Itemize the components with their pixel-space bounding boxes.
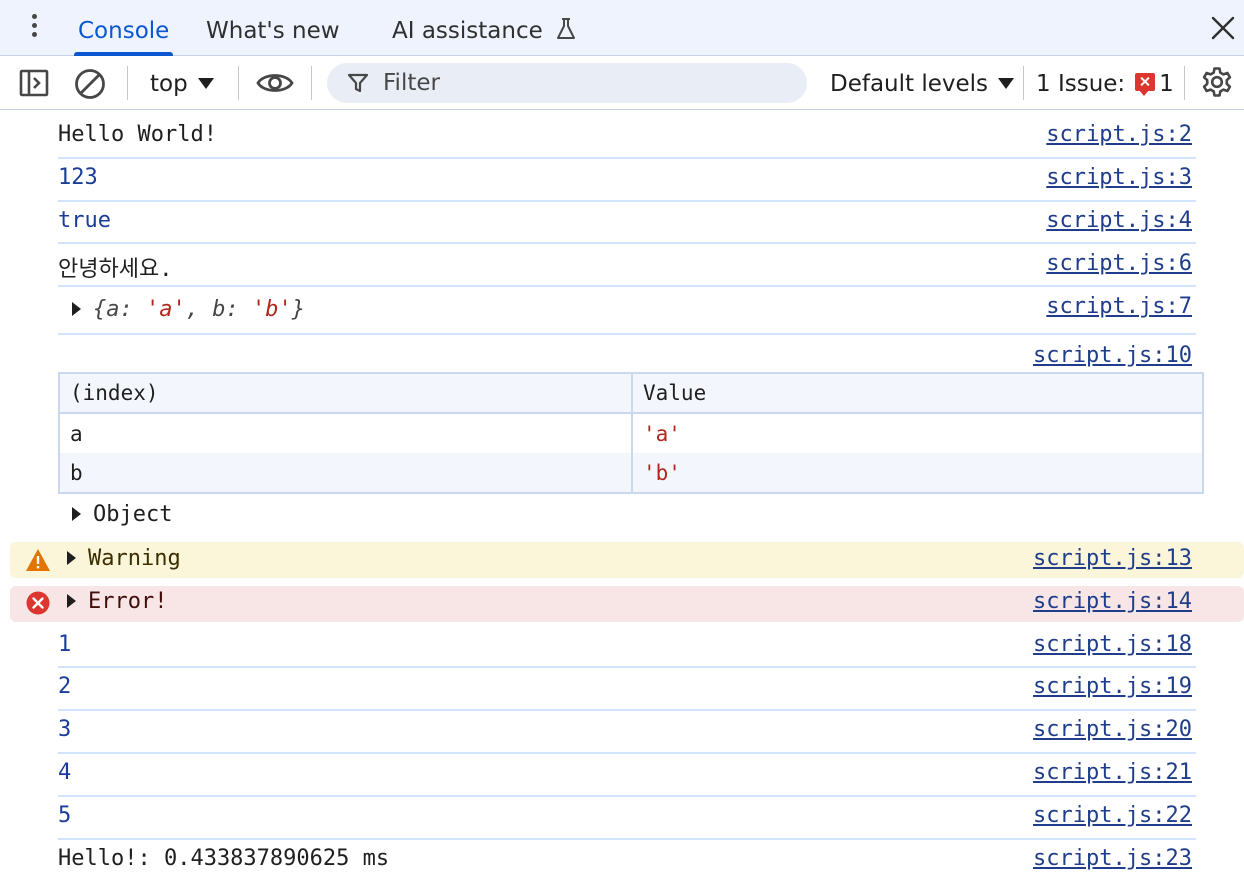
source-link[interactable]: script.js:2 xyxy=(1046,122,1192,147)
object-preview[interactable]: {a: 'a', b: 'b'} xyxy=(72,297,305,322)
issue-error-icon xyxy=(1135,72,1156,96)
message-divider xyxy=(58,242,1196,244)
message-divider xyxy=(58,752,1196,754)
live-expression-eye-icon[interactable] xyxy=(256,69,294,97)
toolbar-divider xyxy=(238,66,239,100)
object-separator: , xyxy=(185,297,213,322)
toolbar-divider xyxy=(127,66,128,100)
source-link[interactable]: script.js:22 xyxy=(1033,803,1192,828)
source-link[interactable]: script.js:21 xyxy=(1033,760,1192,785)
message-text: 1 xyxy=(58,632,72,657)
object-label: Object xyxy=(93,502,173,527)
context-selector[interactable]: top xyxy=(150,56,214,110)
close-icon[interactable] xyxy=(1210,15,1236,41)
log-levels-label: Default levels xyxy=(830,71,989,97)
console-table: (index) Value a 'a' b 'b' xyxy=(58,372,1204,494)
tab-console-label: Console xyxy=(78,18,170,44)
warning-expander[interactable]: Warning xyxy=(67,546,181,571)
object-colon: : xyxy=(119,297,146,322)
console-toolbar: top Default levels 1 Issue: 1 xyxy=(0,56,1244,110)
warning-text: Warning xyxy=(88,546,181,571)
message-divider xyxy=(58,333,1196,335)
table-cell-index: b xyxy=(58,453,632,493)
source-link[interactable]: script.js:7 xyxy=(1046,294,1192,319)
object-key: a xyxy=(106,297,120,322)
filter-box[interactable] xyxy=(327,63,807,103)
message-text: 안녕하세요. xyxy=(58,257,173,282)
tab-whats-new[interactable]: What's new xyxy=(206,0,340,56)
message-divider xyxy=(58,200,1196,202)
object-value: 'a' xyxy=(146,297,186,322)
table-cell-index: a xyxy=(58,413,632,453)
context-selector-label: top xyxy=(150,71,188,97)
table-header-index[interactable]: (index) xyxy=(58,373,632,414)
table-cell-value: 'b' xyxy=(631,453,1203,493)
message-text: true xyxy=(58,208,111,233)
message-text: 123 xyxy=(58,165,98,190)
object-brace: } xyxy=(291,297,305,322)
message-text: 2 xyxy=(58,674,72,699)
message-divider xyxy=(58,285,1196,287)
issues-counter[interactable]: 1 Issue: 1 xyxy=(1036,56,1174,110)
message-divider xyxy=(58,709,1196,711)
warning-icon xyxy=(26,549,50,571)
more-options-icon[interactable] xyxy=(22,14,46,42)
flask-icon xyxy=(557,17,576,39)
table-row: a 'a' xyxy=(58,413,1203,453)
object-brace: { xyxy=(93,297,107,322)
message-text: 4 xyxy=(58,760,72,785)
log-levels-dropdown[interactable]: Default levels xyxy=(830,56,1015,110)
expand-triangle-icon[interactable] xyxy=(67,550,76,565)
expand-triangle-icon[interactable] xyxy=(72,506,81,521)
source-link[interactable]: script.js:10 xyxy=(1033,343,1192,368)
tab-console[interactable]: Console xyxy=(73,0,174,56)
error-expander[interactable]: Error! xyxy=(67,589,167,614)
toolbar-divider xyxy=(1184,66,1185,100)
message-text: Hello!: 0.433837890625 ms xyxy=(58,846,390,871)
error-text: Error! xyxy=(88,589,168,614)
filter-icon xyxy=(347,73,369,93)
object-key: b xyxy=(212,297,226,322)
drawer-tab-bar: Console What's new AI assistance xyxy=(0,0,1244,56)
message-text: Hello World! xyxy=(58,122,217,147)
message-text: 5 xyxy=(58,803,72,828)
table-header-row: (index) Value xyxy=(58,373,1203,414)
source-link[interactable]: script.js:20 xyxy=(1033,717,1192,742)
settings-gear-icon[interactable] xyxy=(1200,66,1234,100)
tab-whats-new-label: What's new xyxy=(206,18,340,44)
issues-count: 1 xyxy=(1159,71,1174,97)
tab-ai-assistance[interactable]: AI assistance xyxy=(392,0,576,56)
source-link[interactable]: script.js:4 xyxy=(1046,208,1192,233)
object-value: 'b' xyxy=(252,297,292,322)
chevron-down-icon xyxy=(998,77,1015,89)
source-link[interactable]: script.js:3 xyxy=(1046,165,1192,190)
expand-triangle-icon[interactable] xyxy=(72,301,81,316)
sidebar-toggle-icon[interactable] xyxy=(18,67,50,99)
toolbar-divider xyxy=(1023,66,1024,100)
message-divider xyxy=(58,838,1196,840)
source-link[interactable]: script.js:6 xyxy=(1046,251,1192,276)
expand-triangle-icon[interactable] xyxy=(67,593,76,608)
clear-console-icon[interactable] xyxy=(73,67,107,101)
filter-input[interactable] xyxy=(383,67,783,99)
table-cell-value: 'a' xyxy=(631,413,1203,453)
toolbar-divider xyxy=(311,66,312,100)
chevron-down-icon xyxy=(197,77,214,89)
tab-ai-assistance-label: AI assistance xyxy=(392,18,543,44)
message-divider xyxy=(58,157,1196,159)
source-link[interactable]: script.js:19 xyxy=(1033,674,1192,699)
message-divider xyxy=(58,795,1196,797)
message-divider xyxy=(58,666,1196,668)
source-link[interactable]: script.js:23 xyxy=(1033,846,1192,871)
object-colon: : xyxy=(225,297,252,322)
table-header-value[interactable]: Value xyxy=(631,373,1203,414)
issues-label: 1 Issue: xyxy=(1036,71,1126,97)
message-text: 3 xyxy=(58,717,72,742)
source-link[interactable]: script.js:14 xyxy=(1033,589,1192,614)
source-link[interactable]: script.js:13 xyxy=(1033,546,1192,571)
table-row: b 'b' xyxy=(58,453,1203,493)
source-link[interactable]: script.js:18 xyxy=(1033,632,1192,657)
error-icon xyxy=(26,591,50,615)
object-expander[interactable]: Object xyxy=(72,502,172,527)
